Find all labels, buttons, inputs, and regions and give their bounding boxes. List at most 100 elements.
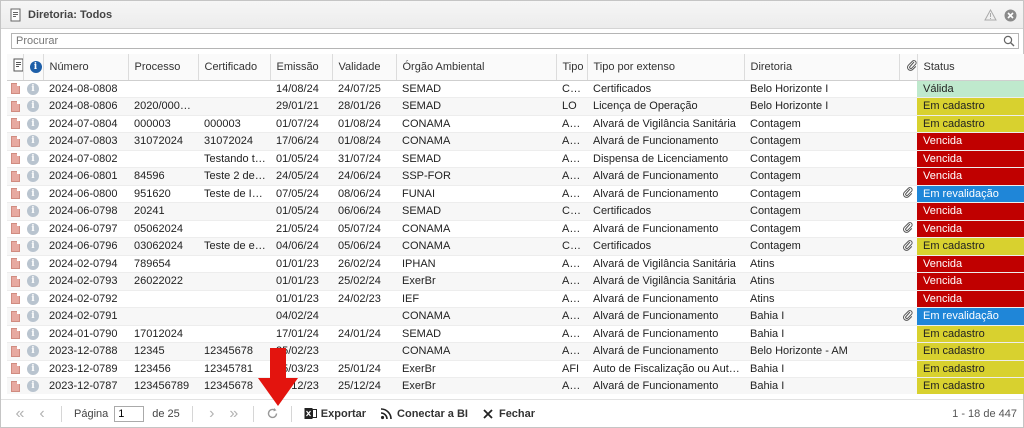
- row-doc-cell[interactable]: [7, 307, 23, 326]
- cell-certificado: Teste 2 de l...: [198, 167, 270, 186]
- export-button[interactable]: Exportar: [304, 407, 366, 420]
- row-doc-cell[interactable]: [7, 290, 23, 308]
- status-badge: Em cadastro: [917, 342, 1024, 361]
- row-info-cell[interactable]: i: [23, 202, 43, 221]
- table-row[interactable]: i 2023-12-0789 123456 12345781 25/03/23 25/01…: [7, 360, 1024, 378]
- cell-certificado: Teste de ID ...: [198, 185, 270, 203]
- table-row[interactable]: i 2024-02-0793 26022022 01/01/23 25/02/24 Exe…: [7, 272, 1024, 291]
- row-info-cell[interactable]: i: [23, 290, 43, 308]
- row-doc-cell[interactable]: [7, 272, 23, 291]
- last-page-button[interactable]: »: [227, 405, 241, 423]
- table-row[interactable]: i 2024-02-0794 789654 01/01/23 26/02/24 IPHAN…: [7, 255, 1024, 273]
- refresh-icon[interactable]: [266, 407, 279, 420]
- table-row[interactable]: i 2024-06-0800 951620 Teste de ID ... 07/05/…: [7, 185, 1024, 203]
- row-attachment-cell: [899, 360, 917, 378]
- close-icon[interactable]: [1003, 8, 1017, 22]
- table-row[interactable]: i 2024-07-0802 Testando te... 01/05/24 31/07…: [7, 150, 1024, 168]
- cell-orgao: ExerBr: [396, 360, 556, 378]
- row-info-cell[interactable]: i: [23, 150, 43, 168]
- row-doc-cell[interactable]: [7, 237, 23, 256]
- header-processo[interactable]: Processo: [128, 54, 199, 81]
- row-doc-cell[interactable]: [7, 185, 23, 203]
- previous-page-button[interactable]: ‹: [35, 405, 49, 423]
- table-row[interactable]: i 2024-06-0796 03062024 Teste de en... 04/06…: [7, 237, 1024, 256]
- row-info-cell[interactable]: i: [23, 255, 43, 273]
- table-row[interactable]: i 2024-01-0790 17012024 17/01/24 24/01/24 SEM…: [7, 325, 1024, 343]
- page-number-input[interactable]: [114, 405, 145, 422]
- header-status[interactable]: Status: [917, 54, 1024, 81]
- row-attachment-cell: [899, 290, 917, 308]
- table-row[interactable]: i 2024-06-0801 84596 Teste 2 de l... 24/05/2…: [7, 167, 1024, 186]
- red-arrow-annotation: [258, 348, 298, 406]
- row-info-cell[interactable]: i: [23, 220, 43, 238]
- row-info-cell[interactable]: i: [23, 97, 43, 116]
- header-validade[interactable]: Validade: [332, 54, 397, 81]
- row-info-cell[interactable]: i: [23, 132, 43, 151]
- row-attachment-cell[interactable]: [899, 185, 917, 203]
- cell-tipo-extenso: Alvará de Funcionamento: [587, 290, 744, 308]
- table-row[interactable]: i 2024-06-0797 05062024 21/05/24 05/07/24 CON…: [7, 220, 1024, 238]
- header-orgao[interactable]: Órgão Ambiental: [396, 54, 557, 81]
- row-info-cell[interactable]: i: [23, 80, 43, 98]
- header-numero[interactable]: Número: [43, 54, 129, 81]
- header-emissao[interactable]: Emissão: [270, 54, 333, 81]
- header-doc-column[interactable]: [7, 54, 24, 81]
- row-attachment-cell[interactable]: [899, 220, 917, 238]
- row-doc-cell[interactable]: [7, 220, 23, 238]
- cell-emissao: 29/01/21: [270, 97, 332, 116]
- row-info-cell[interactable]: i: [23, 185, 43, 203]
- row-info-cell[interactable]: i: [23, 325, 43, 343]
- search-icon[interactable]: [1003, 35, 1015, 47]
- row-doc-cell[interactable]: [7, 80, 23, 98]
- warning-icon[interactable]: [983, 8, 997, 22]
- cell-validade: [332, 342, 396, 361]
- row-doc-cell[interactable]: [7, 202, 23, 221]
- table-row[interactable]: i 2024-06-0798 20241 01/05/24 06/06/24 SEMAD C…: [7, 202, 1024, 221]
- row-info-cell[interactable]: i: [23, 377, 43, 394]
- row-doc-cell[interactable]: [7, 377, 23, 394]
- pdf-document-icon: [10, 205, 20, 217]
- table-row[interactable]: i 2024-02-0792 01/01/23 24/02/23 IEF AL... Alv…: [7, 290, 1024, 308]
- header-tipo-extenso[interactable]: Tipo por extenso: [587, 54, 745, 81]
- table-row[interactable]: i 2024-08-0806 2020/00000... 29/01/21 28/01/…: [7, 97, 1024, 116]
- paperclip-icon: [903, 187, 913, 199]
- connect-bi-button[interactable]: Conectar a BI: [380, 407, 468, 420]
- row-doc-cell[interactable]: [7, 132, 23, 151]
- row-attachment-cell[interactable]: [899, 237, 917, 256]
- next-page-button[interactable]: ›: [205, 405, 219, 423]
- table-row[interactable]: i 2024-08-0808 14/08/24 24/07/25 SEMAD CER Cer…: [7, 80, 1024, 98]
- table-row[interactable]: i 2024-02-0791 04/02/24 CONAMA AL... Alvará d…: [7, 307, 1024, 326]
- row-doc-cell[interactable]: [7, 167, 23, 186]
- table-row[interactable]: i 2024-07-0804 000003 000003 01/07/24 01/08/2…: [7, 115, 1024, 133]
- cell-diretoria: Bahia I: [744, 307, 899, 326]
- row-info-cell[interactable]: i: [23, 115, 43, 133]
- row-info-cell[interactable]: i: [23, 272, 43, 291]
- pdf-document-icon: [10, 100, 20, 112]
- cell-diretoria: Bahia I: [744, 377, 899, 394]
- row-doc-cell[interactable]: [7, 342, 23, 361]
- header-certificado[interactable]: Certificado: [198, 54, 271, 81]
- row-info-cell[interactable]: i: [23, 307, 43, 326]
- row-doc-cell[interactable]: [7, 325, 23, 343]
- row-doc-cell[interactable]: [7, 115, 23, 133]
- row-info-cell[interactable]: i: [23, 360, 43, 378]
- table-row[interactable]: i 2023-12-0787 123456789 12345678 25/12/23 25…: [7, 377, 1024, 394]
- row-doc-cell[interactable]: [7, 150, 23, 168]
- header-tipo[interactable]: Tipo: [556, 54, 588, 81]
- table-row[interactable]: i 2024-07-0803 31072024 31072024 17/06/24 01/…: [7, 132, 1024, 151]
- row-doc-cell[interactable]: [7, 360, 23, 378]
- cell-certificado: [198, 220, 270, 238]
- row-info-cell[interactable]: i: [23, 167, 43, 186]
- row-info-cell[interactable]: i: [23, 342, 43, 361]
- row-doc-cell[interactable]: [7, 255, 23, 273]
- header-attachment[interactable]: [899, 54, 918, 81]
- first-page-button[interactable]: «: [13, 405, 27, 423]
- header-info-column[interactable]: i: [23, 54, 44, 81]
- table-row[interactable]: i 2023-12-0788 12345 12345678 25/02/23 CONAMA…: [7, 342, 1024, 361]
- search-input[interactable]: [12, 34, 992, 48]
- header-diretoria[interactable]: Diretoria: [744, 54, 900, 81]
- close-button[interactable]: Fechar: [482, 407, 535, 420]
- row-attachment-cell[interactable]: [899, 307, 917, 326]
- row-info-cell[interactable]: i: [23, 237, 43, 256]
- row-doc-cell[interactable]: [7, 97, 23, 116]
